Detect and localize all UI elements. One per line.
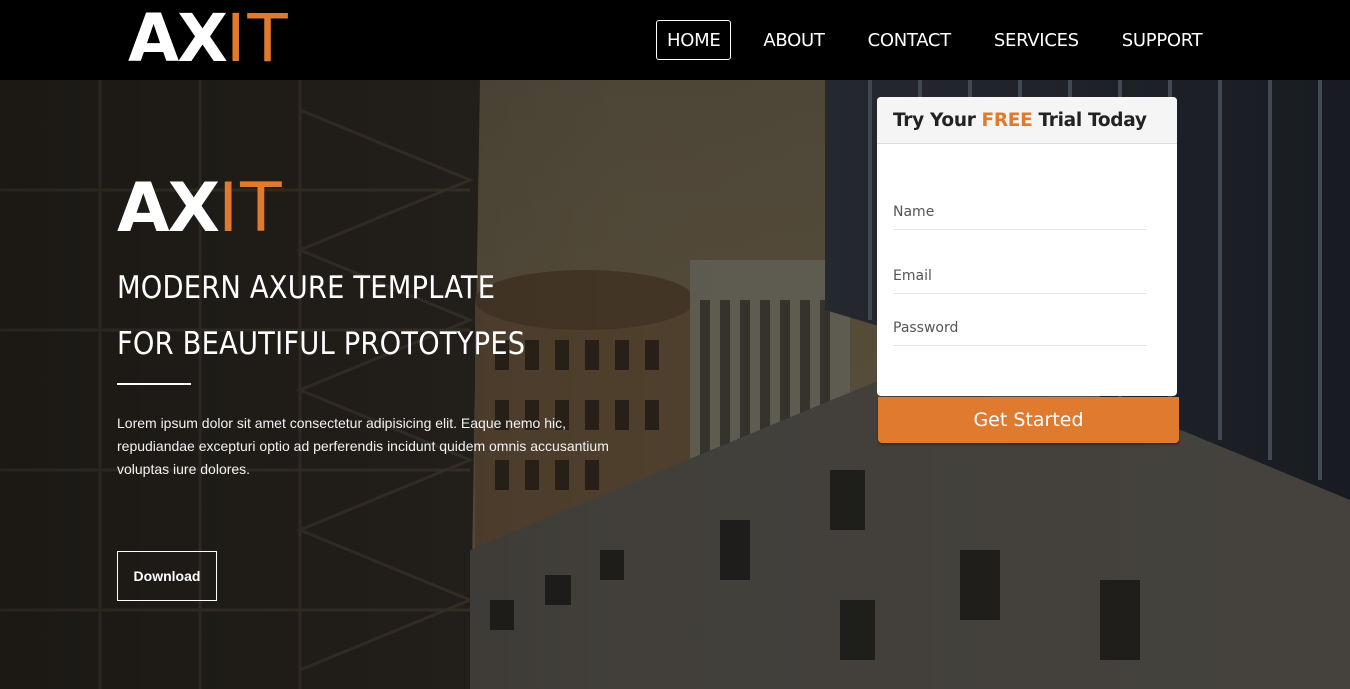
name-input[interactable] — [893, 194, 1147, 230]
hero-headline: MODERN AXURE TEMPLATE FOR BEAUTIFUL PROT… — [117, 260, 637, 372]
hero-logo: AXIT — [117, 175, 284, 243]
top-navbar: AX IT HOME ABOUT CONTACT SERVICES SUPPORT — [0, 0, 1350, 80]
hero-headline-line2: FOR BEAUTIFUL PROTOTYPES — [117, 326, 526, 362]
main-nav: HOME ABOUT CONTACT SERVICES SUPPORT — [656, 20, 1234, 60]
hero-lead-text: Lorem ipsum dolor sit amet consectetur a… — [117, 415, 609, 477]
password-input[interactable] — [893, 310, 1147, 346]
hero-divider — [117, 383, 191, 385]
free-trial-form: Try Your FREE Trial Today — [877, 97, 1177, 396]
form-title-accent: FREE — [981, 109, 1033, 131]
nav-item-support[interactable]: SUPPORT — [1111, 20, 1214, 60]
logo-text-accent: IT — [225, 0, 290, 77]
brand-logo[interactable]: AX IT — [128, 6, 290, 72]
download-button[interactable]: Download — [117, 551, 217, 601]
logo-text-main: AX — [128, 0, 228, 77]
nav-item-about[interactable]: ABOUT — [752, 20, 835, 60]
get-started-button[interactable]: Get Started — [878, 397, 1179, 443]
form-title-before: Try Your — [893, 109, 976, 131]
nav-item-home[interactable]: HOME — [656, 20, 732, 60]
nav-item-services[interactable]: SERVICES — [983, 20, 1090, 60]
form-title-after: Trial Today — [1038, 109, 1147, 131]
hero-headline-line1: MODERN AXURE TEMPLATE — [117, 270, 496, 306]
hero-logo-main: AX — [117, 169, 220, 248]
hero-logo-accent: IT — [218, 169, 284, 248]
nav-item-contact[interactable]: CONTACT — [857, 20, 962, 60]
form-title: Try Your FREE Trial Today — [877, 97, 1177, 144]
email-input[interactable] — [893, 258, 1147, 294]
